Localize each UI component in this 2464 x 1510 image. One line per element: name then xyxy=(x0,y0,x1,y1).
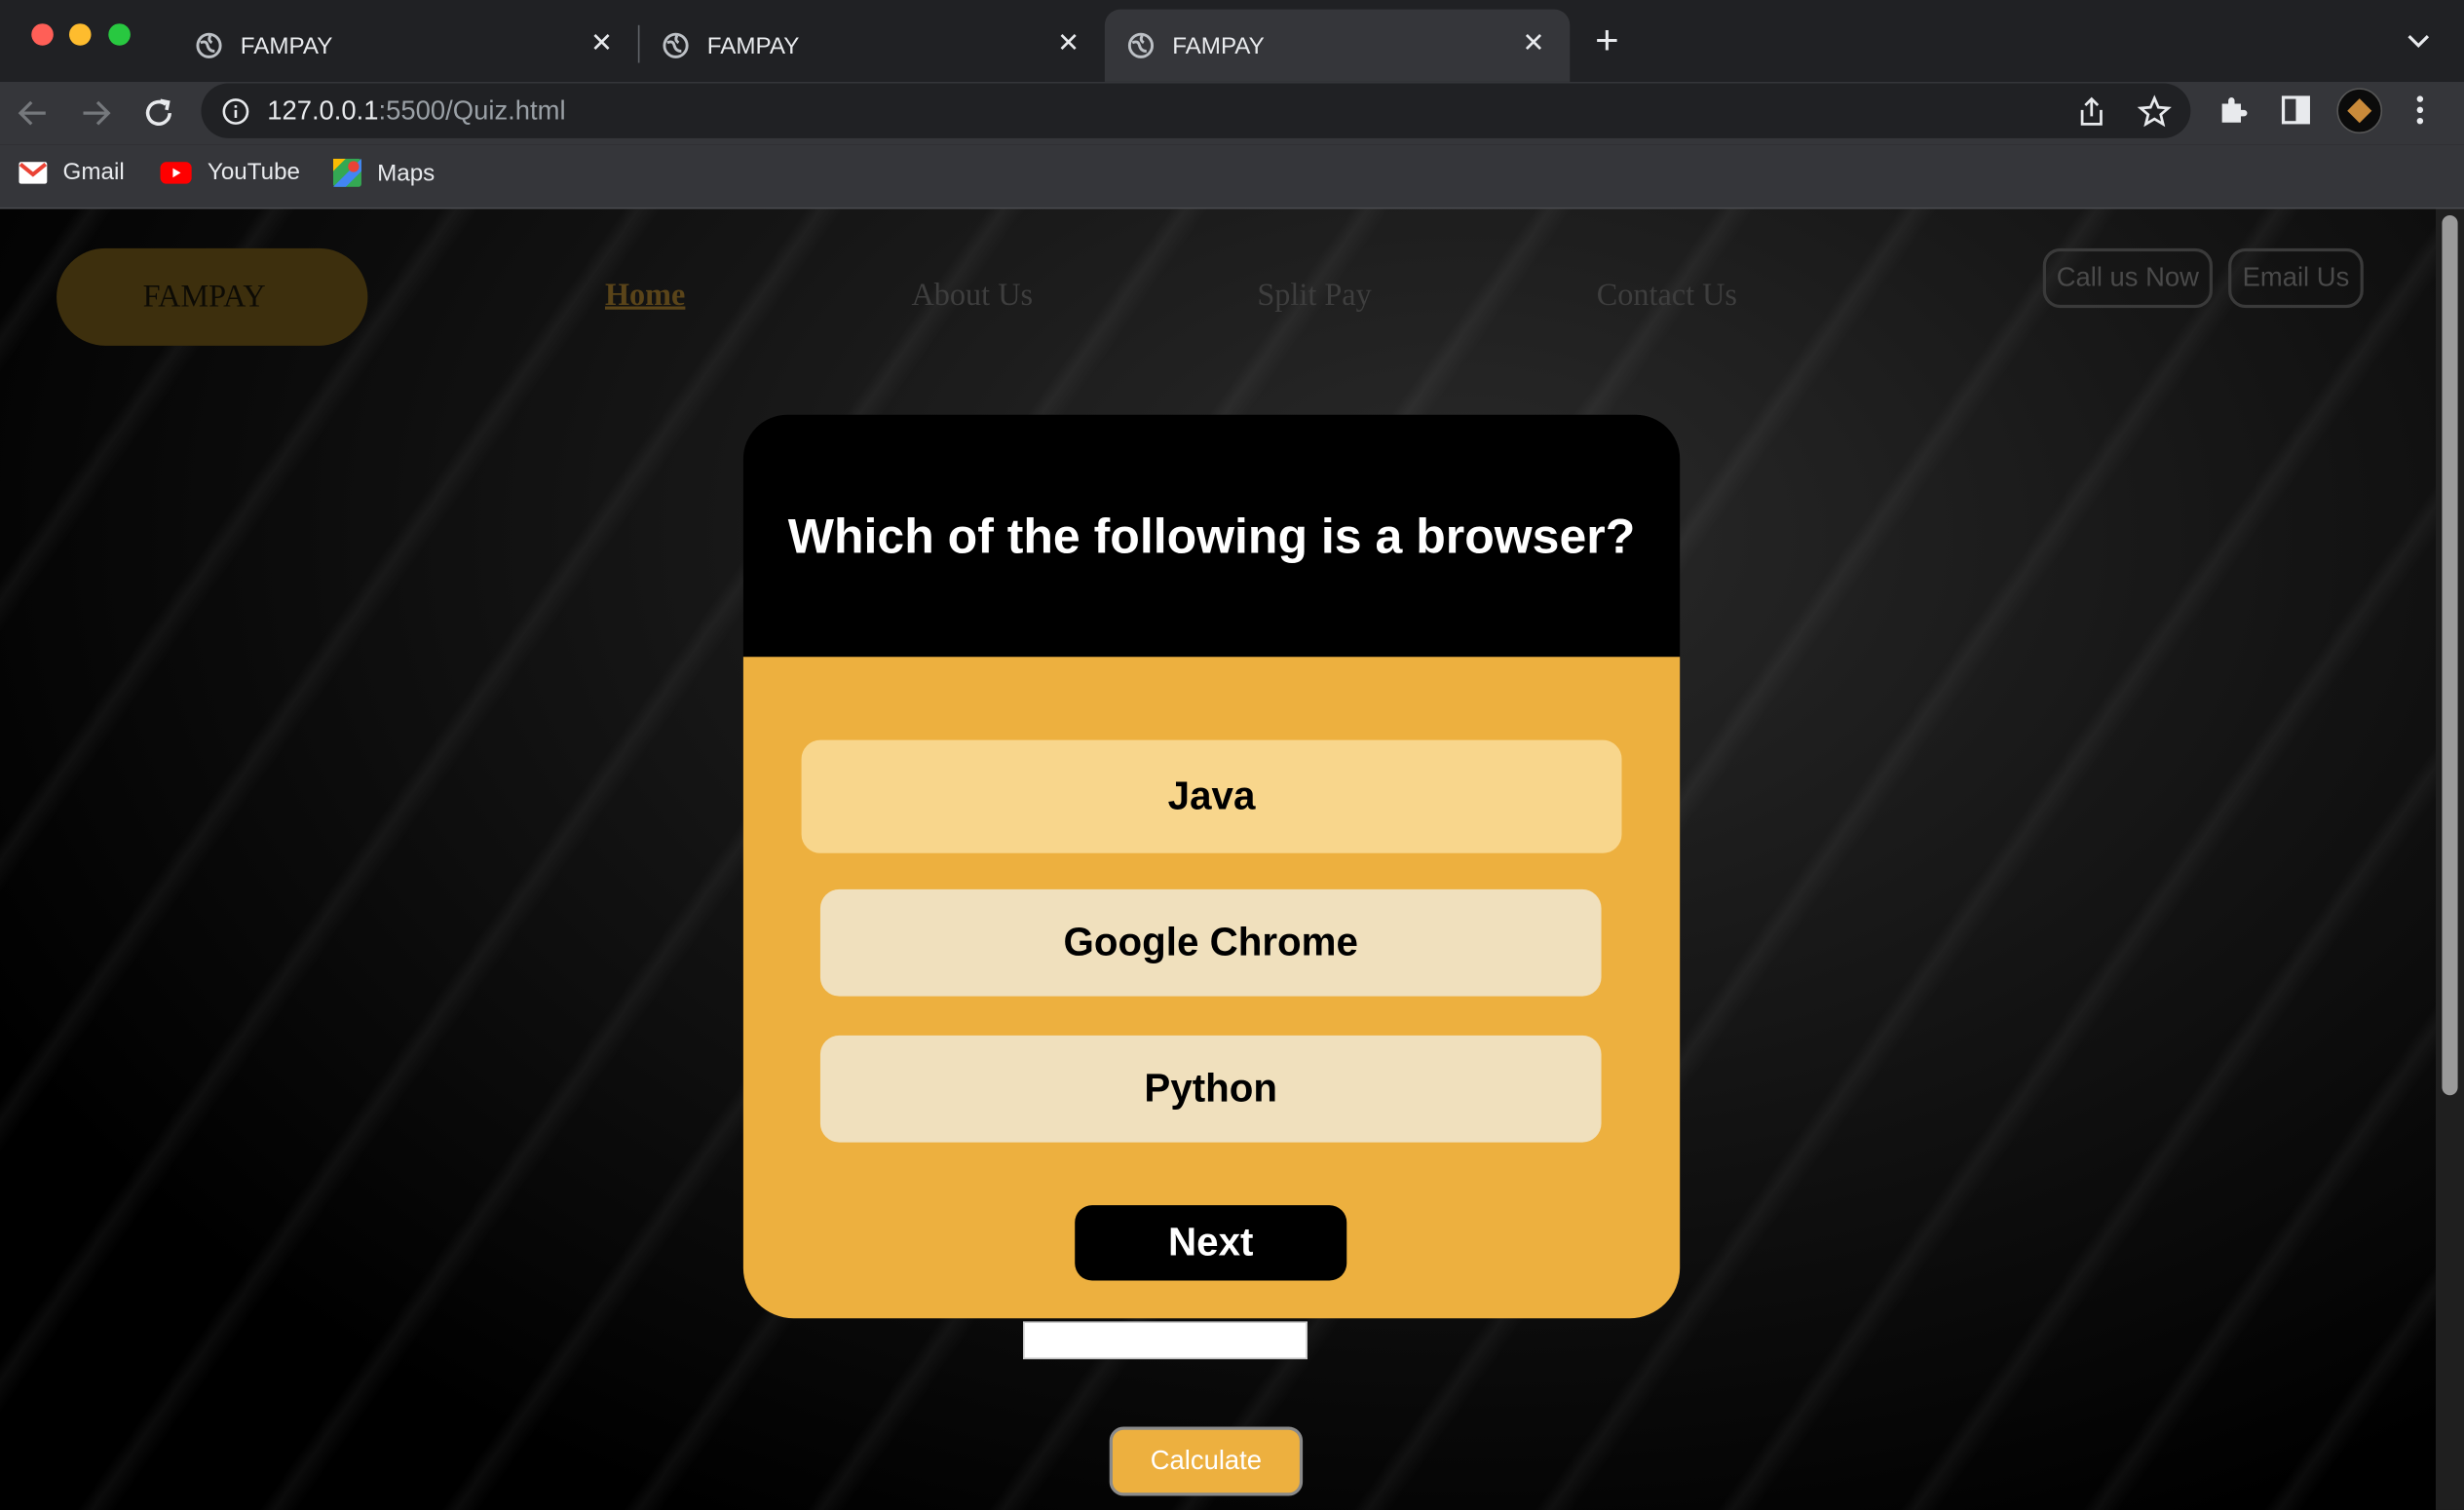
browser-tab-active[interactable]: FAMPAY ✕ xyxy=(1104,9,1571,82)
globe-icon xyxy=(196,32,222,58)
tab-strip: FAMPAY ✕ FAMPAY ✕ FAMPAY ✕ + xyxy=(0,0,2464,82)
avatar-cube-icon xyxy=(2347,98,2372,124)
url-host: 127.0.0.1 xyxy=(267,95,379,127)
answer-option[interactable]: Java xyxy=(801,739,1622,853)
reload-icon[interactable] xyxy=(140,94,178,132)
more-menu-icon[interactable] xyxy=(2403,93,2437,127)
nav-link-home[interactable]: Home xyxy=(605,278,685,314)
page-viewport: FAMPAY Home About Us Split Pay Contact U… xyxy=(0,208,2436,1510)
bookmark-label: Maps xyxy=(377,159,436,187)
url-path: :5500/Quiz.html xyxy=(378,95,566,127)
page-scrollbar[interactable] xyxy=(2435,208,2464,1510)
quiz-question: Which of the following is a browser? xyxy=(787,509,1636,565)
browser-toolbar: 127.0.0.1:5500/Quiz.html xyxy=(0,81,2464,145)
email-us-button[interactable]: Email Us xyxy=(2228,247,2364,309)
chevron-down-icon[interactable] xyxy=(2405,26,2433,55)
maps-icon xyxy=(332,158,361,187)
close-tab-icon[interactable]: ✕ xyxy=(590,28,613,59)
site-info-icon[interactable] xyxy=(221,97,249,126)
close-tab-icon[interactable]: ✕ xyxy=(1522,28,1544,59)
minimize-window-button[interactable] xyxy=(68,23,92,46)
nav-link-about-us[interactable]: About Us xyxy=(911,278,1033,314)
quiz-header: Which of the following is a browser? xyxy=(742,414,1681,659)
forward-arrow-icon[interactable] xyxy=(77,94,115,132)
nav-link-contact-us[interactable]: Contact Us xyxy=(1597,278,1737,314)
youtube-icon xyxy=(160,161,192,183)
globe-icon xyxy=(663,32,689,58)
browser-tab[interactable]: FAMPAY ✕ xyxy=(639,10,1104,82)
bookmark-label: Gmail xyxy=(62,158,125,186)
bookmarks-bar: Gmail YouTube Maps xyxy=(0,144,2464,209)
answer-option[interactable]: Python xyxy=(819,1035,1602,1143)
maximize-window-button[interactable] xyxy=(108,23,131,46)
quiz-options-panel: Java Google Chrome Python Next xyxy=(742,657,1681,1319)
bookmark-label: YouTube xyxy=(207,158,300,186)
tab-title: FAMPAY xyxy=(706,32,800,59)
star-bookmark-icon[interactable] xyxy=(2137,94,2172,129)
tab-title: FAMPAY xyxy=(240,32,333,59)
tab-title: FAMPAY xyxy=(1172,32,1265,59)
new-tab-button[interactable]: + xyxy=(1595,19,1618,59)
quiz-card: Which of the following is a browser? Jav… xyxy=(742,414,1681,1319)
scrollbar-thumb[interactable] xyxy=(2442,214,2458,1096)
address-bar[interactable]: 127.0.0.1:5500/Quiz.html xyxy=(201,83,2191,138)
close-window-button[interactable] xyxy=(31,23,54,46)
extensions-puzzle-icon[interactable] xyxy=(2216,93,2250,127)
bookmark-youtube[interactable]: YouTube xyxy=(160,158,300,186)
profile-avatar[interactable] xyxy=(2336,88,2383,134)
call-us-button[interactable]: Call us Now xyxy=(2042,247,2213,309)
gmail-icon xyxy=(19,161,48,183)
side-panel-icon[interactable] xyxy=(2279,93,2313,127)
calculator-input[interactable] xyxy=(1022,1321,1308,1360)
share-icon[interactable] xyxy=(2074,94,2108,129)
browser-tab[interactable]: FAMPAY ✕ xyxy=(172,10,637,82)
bookmark-maps[interactable]: Maps xyxy=(332,158,436,187)
nav-link-split-pay[interactable]: Split Pay xyxy=(1257,278,1371,314)
bookmark-gmail[interactable]: Gmail xyxy=(19,158,125,186)
answer-option[interactable]: Google Chrome xyxy=(819,888,1602,997)
close-tab-icon[interactable]: ✕ xyxy=(1057,28,1080,59)
back-arrow-icon[interactable] xyxy=(15,94,53,132)
next-button[interactable]: Next xyxy=(1075,1205,1347,1281)
calculate-button[interactable]: Calculate xyxy=(1109,1426,1304,1496)
url-text: 127.0.0.1:5500/Quiz.html xyxy=(267,95,565,127)
site-logo[interactable]: FAMPAY xyxy=(57,247,368,346)
globe-icon xyxy=(1127,32,1155,58)
